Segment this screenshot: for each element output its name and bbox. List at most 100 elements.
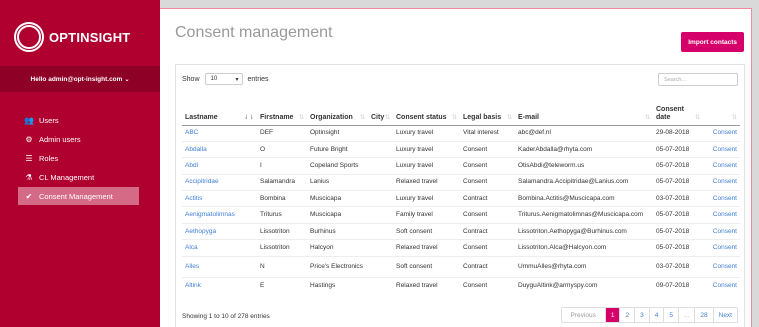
table-cell: Price's Electronics — [307, 255, 368, 278]
lastname-link[interactable]: Actitis — [182, 190, 257, 207]
lastname-link[interactable]: Aenigmatolimnas — [182, 206, 257, 224]
sidebar-item-roles[interactable]: ☰ Roles — [21, 149, 139, 167]
consent-link[interactable]: Consent — [703, 276, 740, 294]
lastname-link[interactable]: Aethopyga — [182, 222, 257, 240]
lastname-link[interactable]: Accipitridae — [182, 173, 257, 191]
column-header-label: Organization — [310, 113, 353, 121]
lastname-link[interactable]: Abdalla — [182, 140, 257, 158]
column-header-e-mail[interactable]: E-mail ⇅ — [515, 95, 653, 126]
lastname-link[interactable]: Altink — [182, 276, 257, 294]
column-header-consent-date[interactable]: Consent date ⇅ — [653, 95, 703, 126]
table-cell: 05-07-2018 — [653, 140, 703, 158]
consent-table-card: Show 10 ▾ entries Search... Lastname ⇃⇂ Fi… — [175, 64, 745, 327]
table-cell: Soft consent — [393, 255, 460, 278]
table-cell: Bombina — [257, 190, 307, 207]
flask-icon: ⚗ — [25, 172, 33, 182]
sidebar-item-consent-management[interactable]: ✔ Consent Management — [18, 187, 139, 205]
consent-link[interactable]: Consent — [703, 206, 740, 224]
show-label: Show — [182, 75, 200, 83]
table-cell: 05-07-2018 — [653, 222, 703, 240]
entries-label: entries — [247, 75, 269, 83]
sidebar-item-label: Users — [39, 115, 59, 125]
table-cell: Luxury travel — [393, 157, 460, 175]
sidebar-item-label: CL Management — [39, 172, 95, 182]
search-input[interactable]: Search... — [658, 73, 738, 86]
table-row: Aethopyga Lissotriton Burhinus Soft consent… — [182, 222, 740, 240]
dropdown-arrow-icon: ▾ — [235, 76, 239, 83]
column-header-firstname[interactable]: Firstname ⇅ — [257, 95, 307, 126]
column-header-organization[interactable]: Organization ⇅ — [307, 95, 368, 126]
sidebar-item-users[interactable]: 👥 Users — [21, 111, 139, 129]
table-cell: 03-07-2018 — [653, 255, 703, 278]
import-contacts-button[interactable]: Import contacts — [681, 32, 744, 52]
table-row: Abdalla O Future Bright Luxury travel Consen… — [182, 140, 740, 158]
column-header-consent-status[interactable]: Consent status ⇅ — [393, 95, 460, 126]
consent-link[interactable]: Consent — [703, 239, 740, 257]
table-cell: Halcyon — [307, 239, 368, 257]
consent-link[interactable]: Consent — [703, 157, 740, 175]
sidebar: OPTINSIGHT Hello admin@opt-insight.com ⌄… — [0, 0, 160, 327]
table-cell — [368, 222, 393, 240]
table-info: Showing 1 to 10 of 278 entries — [182, 313, 270, 320]
chevron-down-icon: ⌄ — [124, 76, 130, 83]
column-header-label: E-mail — [518, 113, 540, 121]
table-cell: Burhinus — [307, 222, 368, 240]
page-button-2[interactable]: 2 — [619, 308, 634, 322]
page-button-28[interactable]: 28 — [694, 308, 712, 322]
table-cell: Contract — [460, 222, 515, 240]
table-cell: Copeland Sports — [307, 157, 368, 175]
page-ellipsis: ... — [677, 308, 694, 322]
lastname-link[interactable]: Alles — [182, 255, 257, 278]
column-header-city[interactable]: City ⇅ — [368, 95, 393, 126]
page-length-select[interactable]: 10 ▾ — [204, 73, 243, 85]
lastname-link[interactable]: Abdi — [182, 157, 257, 175]
table-cell: 29-08-2018 — [656, 129, 690, 137]
check-circle-icon: ✔ — [25, 191, 33, 201]
column-header-label: Consent date — [656, 105, 684, 121]
table-cell: Lissotriton.Aethopyga@Burhinus.com — [515, 222, 653, 240]
column-header-label: Firstname — [260, 113, 294, 121]
page-button-1[interactable]: 1 — [604, 308, 620, 322]
consent-link[interactable]: Consent — [703, 222, 740, 240]
table-cell: Consent — [460, 239, 515, 257]
table-cell: Contract — [460, 190, 515, 207]
consent-link[interactable]: Consent — [703, 255, 740, 278]
page-button-5[interactable]: 5 — [663, 308, 678, 322]
table-cell: Future Bright — [307, 140, 368, 158]
sort-ascending-icon: ⇃⇂ — [243, 114, 254, 121]
sidebar-item-cl-management[interactable]: ⚗ CL Management — [21, 168, 139, 186]
admin-cogs-icon: ⚙ — [25, 134, 33, 144]
consent-link[interactable]: Consent — [703, 125, 740, 141]
column-header-legal-basis[interactable]: Legal basis ⇅ — [460, 95, 515, 126]
user-menu[interactable]: Hello admin@opt-insight.com ⌄ — [0, 66, 160, 92]
next-page-button[interactable]: Next — [712, 308, 737, 322]
column-header-label: Consent status — [396, 113, 447, 121]
previous-page-button[interactable]: Previous — [562, 308, 605, 322]
table-cell: Consent — [460, 276, 515, 294]
table-cell: 05-07-2018 — [653, 173, 703, 191]
page-button-3[interactable]: 3 — [634, 308, 649, 322]
table-row: Alles N Price's Electronics Soft consent Con… — [182, 255, 740, 278]
consent-link[interactable]: Consent — [703, 190, 740, 207]
table-cell — [368, 173, 393, 191]
lastname-link[interactable]: Alca — [182, 239, 257, 257]
table-cell: E — [257, 276, 307, 294]
logo[interactable]: OPTINSIGHT — [14, 22, 130, 52]
table-cell: I — [257, 157, 307, 175]
sidebar-item-label: Roles — [39, 153, 59, 163]
column-header-action[interactable]: ⇅ — [703, 95, 740, 126]
lastname-link[interactable]: ABC — [182, 125, 257, 141]
table-cell: Lissotriton — [257, 222, 307, 240]
table-cell — [368, 255, 393, 278]
table-cell: Muscicapa — [307, 190, 368, 207]
page-button-4[interactable]: 4 — [648, 308, 664, 322]
column-header-lastname[interactable]: Lastname ⇃⇂ — [182, 95, 257, 126]
consent-link[interactable]: Consent — [703, 140, 740, 158]
sidebar-nav: 👥 Users ⚙ Admin users ☰ Roles ⚗ CL Management ✔ C… — [0, 111, 160, 206]
consent-link[interactable]: Consent — [703, 173, 740, 191]
sort-icon: ⇅ — [451, 114, 457, 121]
sidebar-item-admin-users[interactable]: ⚙ Admin users — [21, 130, 139, 148]
table-row: Alca Lissotriton Halcyon Relaxed travel Cons… — [182, 239, 740, 257]
table-cell: Luxury travel — [396, 129, 434, 137]
table-cell: Vital interest — [463, 129, 499, 137]
